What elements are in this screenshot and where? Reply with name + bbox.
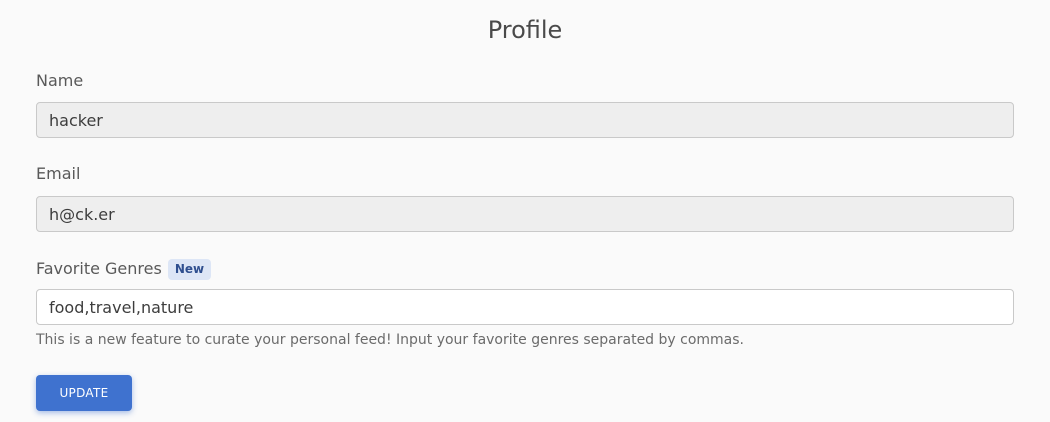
new-badge: New [167,258,212,280]
name-field[interactable] [36,102,1014,138]
genres-input[interactable] [36,289,1014,325]
genres-help-text: This is a new feature to curate your per… [36,332,745,348]
genres-label-row: Favorite Genres New [36,258,212,280]
email-label: Email [36,164,81,183]
email-field[interactable] [36,196,1014,232]
genres-label: Favorite Genres [36,259,162,278]
update-button[interactable]: UPDATE [36,375,132,411]
page-title: Profile [487,16,563,44]
name-label: Name [36,71,84,90]
